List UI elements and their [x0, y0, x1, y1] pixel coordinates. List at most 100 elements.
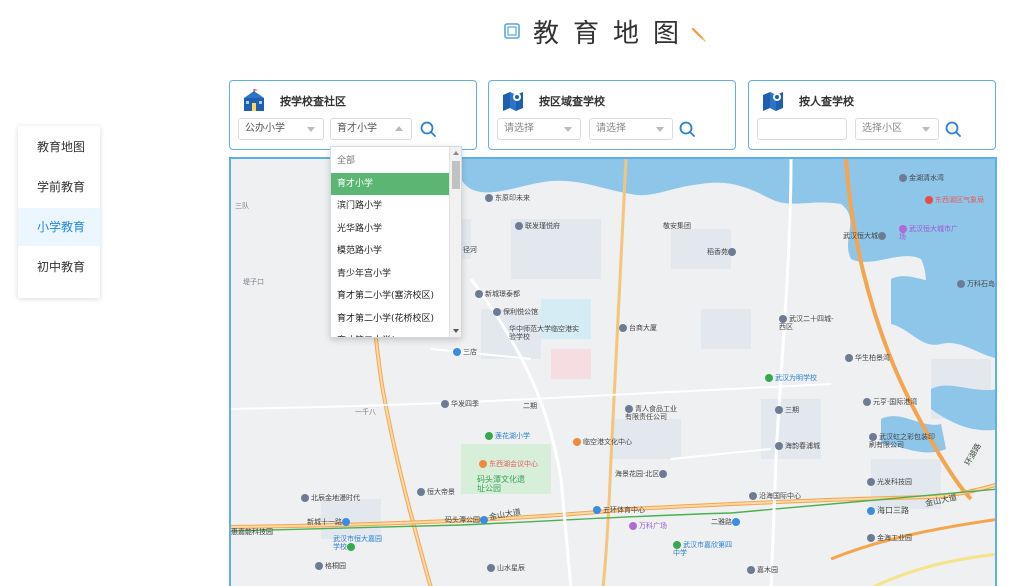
dropdown-option-selected[interactable]: 育才小学 [331, 172, 449, 195]
poi-pin-icon [573, 438, 581, 446]
sidebar-item-middle[interactable]: 初中教育 [18, 248, 100, 286]
sidebar-menu: 教育地图 学前教育 小学教育 初中教育 [18, 126, 100, 298]
poi-pin-icon [485, 194, 493, 202]
dropdown-option[interactable]: 育才第二小学(塞济校区) [331, 285, 449, 308]
sidebar-item-preschool[interactable]: 学前教育 [18, 168, 100, 206]
pencil-icon [691, 27, 706, 42]
map-poi[interactable]: 三期 [775, 405, 799, 415]
map-pin-icon [763, 92, 783, 111]
map-poi[interactable]: 华中师范大学临空港实验学校 [509, 325, 579, 341]
map-poi[interactable]: 联发瑾悦府 [515, 221, 560, 231]
map-poi[interactable]: 武汉虹之彩包装印刷有限公司 [869, 433, 941, 449]
dropdown-scrollbar[interactable] [449, 147, 461, 337]
school-type-select[interactable]: 公办小学 [238, 118, 324, 140]
dropdown-option[interactable]: 全部 [331, 150, 449, 173]
map-label: 一千八 [355, 408, 376, 416]
school-dropdown-list: 全部 育才小学 滨门路小学 光华路小学 模范路小学 青少年宫小学 育才第二小学(… [331, 147, 449, 337]
street-select[interactable]: 请选择 [589, 118, 673, 140]
map-poi[interactable]: 北辰金地漫时代 [301, 493, 360, 503]
person-search-button[interactable] [943, 118, 963, 140]
map-pin-icon [503, 92, 523, 111]
school-dropdown[interactable]: 全部 育才小学 滨门路小学 光华路小学 模范路小学 青少年宫小学 育才第二小学(… [330, 146, 462, 338]
map-poi[interactable]: 武汉恒大城 [843, 231, 888, 241]
chevron-down-icon [656, 127, 664, 132]
page-title: 教育地图 [503, 14, 709, 49]
map-poi[interactable]: 光发科技园 [867, 477, 912, 487]
map-poi[interactable]: 沿海国际中心 [749, 491, 801, 501]
metro-icon [732, 518, 740, 526]
map-poi[interactable]: 保利悦公馆 [493, 307, 538, 317]
map-poi[interactable]: 恒大帝景 [417, 487, 455, 497]
map-poi[interactable]: 东西湖区气象局 [925, 195, 984, 205]
dropdown-option[interactable]: 光华路小学 [331, 218, 449, 241]
metro-icon [867, 506, 875, 515]
dropdown-option[interactable]: 青少年宫小学 [331, 263, 449, 286]
map-road-label: 海口三路 [867, 505, 909, 516]
poi-pin-icon [779, 315, 787, 323]
map-poi[interactable]: 海景花园·北区 [615, 469, 669, 479]
map-poi[interactable]: 二雅路 [711, 517, 742, 527]
poi-pin-icon [867, 478, 875, 486]
sidebar-item-edu-map[interactable]: 教育地图 [18, 128, 100, 166]
map-poi[interactable]: 新城十一路 [307, 517, 352, 527]
poi-pin-icon [493, 308, 501, 316]
poi-pin-icon [479, 460, 487, 468]
chevron-down-icon [307, 127, 315, 132]
person-name-input[interactable] [757, 118, 847, 140]
map-poi[interactable]: 万科广场 [629, 521, 667, 531]
community-select[interactable]: 选择小区 [855, 118, 939, 140]
poi-pin-icon [878, 232, 886, 240]
school-search-button[interactable] [418, 118, 438, 140]
school-pin-icon [485, 432, 493, 440]
map-poi[interactable]: 华生柏景湾 [845, 353, 890, 363]
school-pin-icon [347, 543, 355, 551]
district-select[interactable]: 请选择 [497, 118, 581, 140]
map-label: 敬安集团 [663, 222, 691, 230]
map-poi[interactable]: 码头潭公园 [445, 515, 490, 525]
map-poi[interactable]: 莲花湖小学 [485, 431, 530, 441]
map-poi[interactable]: 武汉市嘉欣第四中学 [673, 541, 733, 557]
map-poi[interactable]: 武汉二十四城-西区 [779, 315, 839, 331]
map-poi[interactable]: 元亨·国际港湾 [863, 397, 917, 407]
poi-pin-icon [619, 324, 627, 332]
school-name-select[interactable]: 育才小学 [330, 118, 412, 140]
dropdown-option[interactable]: 育才第二小学(... [331, 330, 449, 337]
map-poi[interactable]: 台商大厦 [619, 323, 657, 333]
map-poi[interactable]: 三店 [453, 347, 477, 357]
map-poi[interactable]: 稻香苑 [707, 247, 738, 257]
poi-pin-icon [728, 248, 736, 256]
map-poi[interactable]: 武汉市恒大嘉园学校 [333, 535, 387, 551]
map-poi[interactable]: 新城璟泰都 [475, 289, 520, 299]
scrollbar-thumb[interactable] [452, 161, 460, 189]
area-search-button[interactable] [677, 118, 697, 140]
poi-pin-icon [925, 196, 933, 204]
map-poi[interactable]: 五环体育中心 [593, 505, 645, 515]
book-icon [504, 23, 520, 39]
poi-pin-icon [315, 562, 323, 570]
poi-pin-icon [899, 225, 907, 233]
map-poi[interactable]: 东西湖会议中心 [479, 459, 538, 469]
map-poi[interactable]: 临空港文化中心 [573, 437, 632, 447]
map-poi[interactable]: 华发四季 [441, 399, 479, 409]
map-poi[interactable]: 金湖清水湾 [899, 173, 944, 183]
chevron-down-icon [564, 127, 572, 132]
scroll-up-arrow-icon[interactable] [453, 151, 459, 155]
map-poi[interactable]: 武汉恒大城市广场 [899, 225, 959, 241]
map-poi[interactable]: 海韵春浦城 [775, 441, 820, 451]
metro-icon [593, 506, 601, 514]
map-poi[interactable]: 格桐园 [315, 561, 346, 571]
metro-icon [342, 518, 350, 526]
map-poi[interactable]: 东原印未来 [485, 193, 530, 203]
dropdown-option[interactable]: 育才第二小学(花桥校区) [331, 308, 449, 331]
map-poi[interactable]: 山水星辰 [487, 563, 525, 573]
map-poi[interactable]: 万科石岛 [957, 279, 995, 289]
map-poi[interactable]: 武汉为明学校 [765, 373, 817, 383]
dropdown-option[interactable]: 模范路小学 [331, 240, 449, 263]
sidebar-item-primary[interactable]: 小学教育 [18, 208, 100, 246]
map-poi[interactable]: 金海工业园 [867, 533, 912, 543]
dropdown-option[interactable]: 滨门路小学 [331, 195, 449, 218]
map-poi[interactable]: 青人食品工业有限责任公司 [625, 405, 683, 421]
map-poi[interactable]: 嘉木园 [747, 565, 778, 575]
scroll-down-arrow-icon[interactable] [453, 329, 459, 333]
map-label: 堤子口 [243, 278, 264, 286]
